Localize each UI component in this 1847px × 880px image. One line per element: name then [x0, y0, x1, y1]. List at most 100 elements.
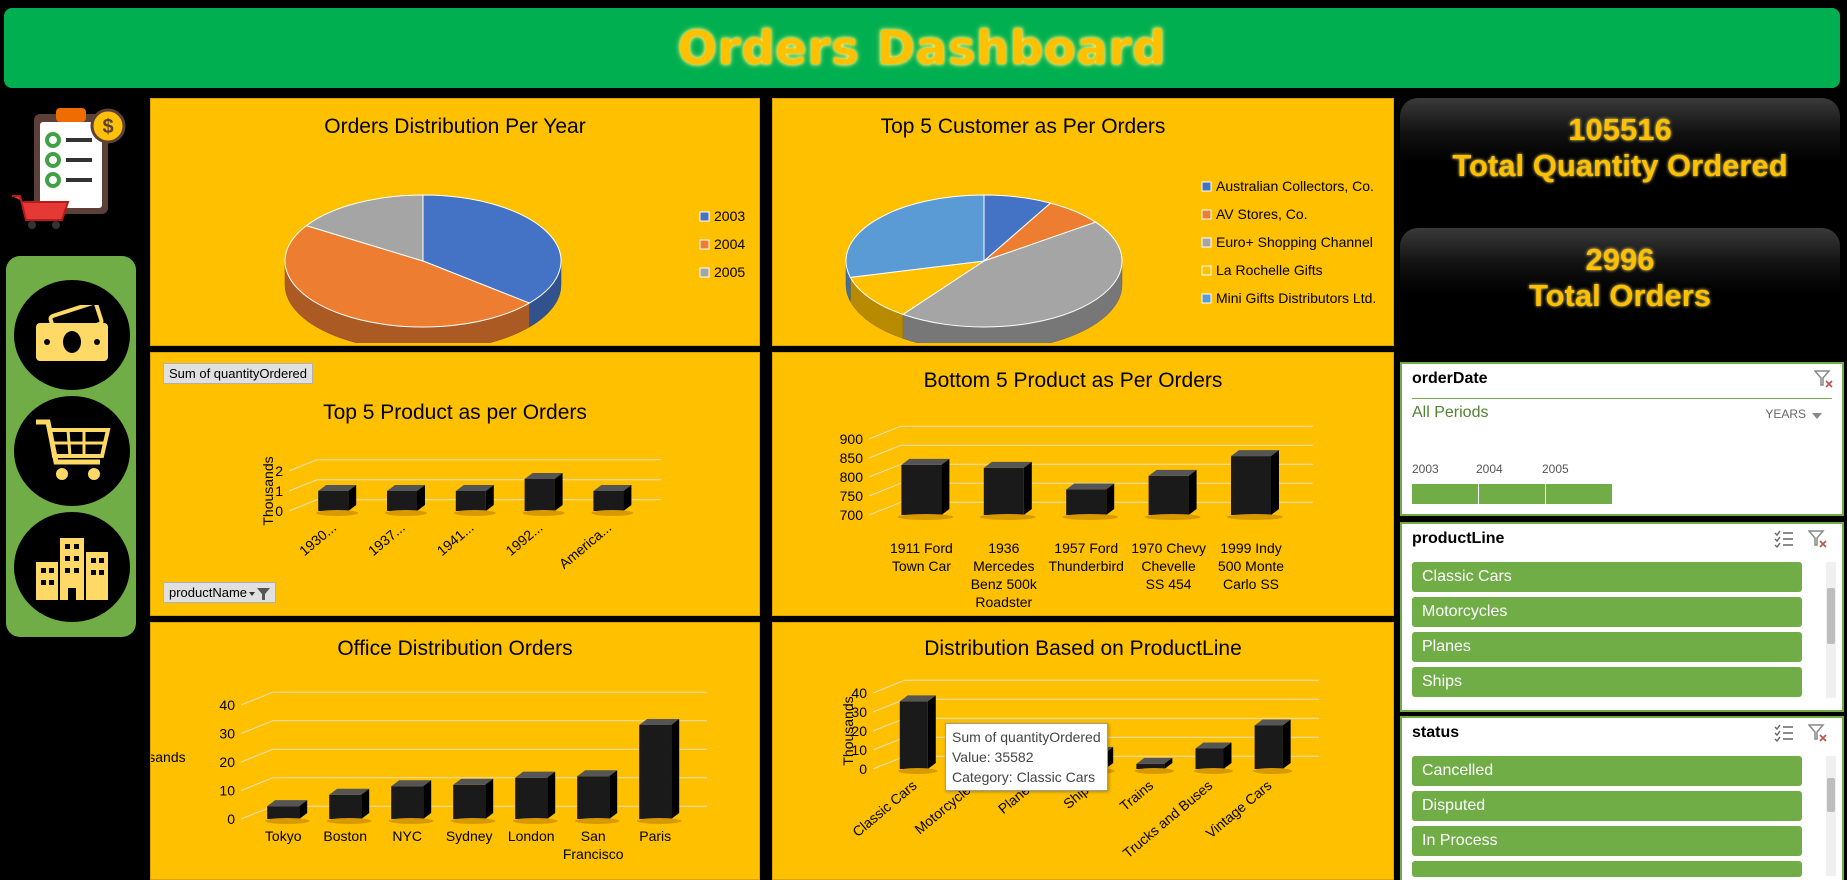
x-tick-label: Tokyo	[265, 828, 302, 844]
slicer-item-planes[interactable]: Planes	[1412, 632, 1802, 662]
bar	[1231, 456, 1271, 515]
legend-swatch	[699, 267, 710, 278]
x-tick-label: 1992...	[502, 519, 545, 559]
bar-side	[927, 695, 936, 769]
legend-swatch	[1201, 181, 1212, 192]
legend-label: 2004	[714, 236, 745, 252]
bar	[983, 467, 1024, 515]
gridline	[288, 459, 661, 472]
sales-nav-button[interactable]	[14, 280, 130, 390]
slicer-item-motorcycles[interactable]: Motorcycles	[1412, 597, 1802, 627]
top-customers-chart[interactable]: Australian Collectors, Co. AV Stores, Co.…	[773, 99, 1391, 343]
offices-nav-button[interactable]	[14, 512, 130, 622]
gridline	[240, 720, 707, 734]
row-field-button[interactable]: productName	[163, 582, 277, 603]
year-label-2005: 2005	[1542, 462, 1569, 476]
legend-label: Australian Collectors, Co.	[1216, 178, 1374, 194]
y-tick-label: 20	[219, 754, 235, 770]
bar	[387, 491, 417, 511]
bar-shadow	[316, 510, 359, 516]
bar	[453, 784, 486, 819]
slicer-item-cancelled[interactable]: Cancelled	[1412, 756, 1802, 786]
orders-year-panel: Orders Distribution Per Year 2003 2004 200…	[150, 98, 760, 346]
bar-shadow	[1062, 514, 1119, 520]
total-quantity-card: 105516 Total Quantity Ordered	[1400, 98, 1840, 216]
x-tick-label: 1957 Ford Thunderbird	[1048, 540, 1124, 574]
bar	[391, 786, 424, 819]
product-line-slicer: productLine Classic Cars Motorcycles Pla…	[1400, 522, 1844, 712]
order-date-slicer: orderDate All Periods YEARS 2003 2004 20…	[1400, 362, 1844, 516]
status-scrollbar[interactable]	[1826, 756, 1836, 876]
svg-text:$: $	[102, 116, 113, 138]
y-tick-label: 40	[219, 697, 235, 713]
y-tick-label: 30	[219, 726, 235, 742]
status-slicer: status Cancelled Disputed In Process	[1400, 716, 1844, 880]
bottom-products-chart[interactable]: 700 750 800 850 900 1911 Ford Town Car 1936 Merc…	[773, 353, 1391, 613]
y-tick-label: 1	[275, 483, 283, 499]
bar-shadow	[1144, 514, 1201, 520]
bar-shadow	[979, 514, 1036, 520]
slicer-item-partial[interactable]	[1412, 861, 1802, 877]
bar-side	[609, 770, 618, 819]
total-orders-label: Total Orders	[1528, 278, 1712, 313]
slicer-item-ships[interactable]: Ships	[1412, 667, 1802, 697]
office-orders-chart[interactable]: 0 10 20 30 40 Thousands Tokyo Boston NYC Sydney Lo…	[151, 623, 757, 879]
bar-shadow	[1193, 768, 1234, 774]
chart-tooltip: Sum of quantityOrdered Value: 35582 Cate…	[945, 723, 1108, 791]
multi-select-icon[interactable]	[1774, 724, 1794, 742]
x-tick-label: Vintage Cars	[1202, 777, 1274, 841]
x-tick-label: Trains	[1117, 777, 1157, 814]
clear-filter-icon[interactable]	[1808, 530, 1828, 548]
bar-shadow	[636, 818, 682, 824]
time-level-dropdown[interactable]: YEARS	[1765, 407, 1806, 421]
year-tile-2005[interactable]	[1546, 484, 1612, 504]
bar	[593, 491, 624, 511]
clear-filter-icon[interactable]	[1808, 724, 1828, 742]
bar-shadow	[326, 818, 372, 824]
y-axis-label: Thousands	[260, 456, 276, 525]
tooltip-category: Category: Classic Cars	[952, 769, 1096, 785]
bar-shadow	[591, 510, 634, 516]
y-tick-label: 0	[859, 761, 867, 777]
gridline	[872, 679, 1319, 694]
bar-shadow	[264, 818, 310, 824]
filter-dropdown-icon	[249, 588, 271, 600]
top-customers-panel: Top 5 Customer as Per Orders Australian …	[772, 98, 1394, 346]
x-tick-label: 1937...	[365, 519, 408, 559]
bar	[899, 701, 928, 769]
product-line-scrollbar[interactable]	[1826, 562, 1836, 698]
bar-side	[554, 473, 563, 511]
gridline	[868, 425, 1313, 440]
bar	[267, 806, 300, 819]
bar-side	[1282, 719, 1291, 769]
bar	[1148, 475, 1189, 515]
bar-top	[983, 461, 1032, 468]
x-tick-label: 1930...	[296, 519, 339, 559]
bar-top	[1148, 469, 1197, 476]
order-date-slicer-title: orderDate	[1412, 370, 1488, 387]
year-label-2004: 2004	[1476, 462, 1503, 476]
orders-year-chart[interactable]: 2003 2004 2005	[151, 99, 757, 343]
slicer-item-in-process[interactable]: In Process	[1412, 826, 1802, 856]
scrollbar-thumb[interactable]	[1827, 778, 1835, 812]
multi-select-icon[interactable]	[1774, 530, 1794, 548]
y-tick-label: 0	[227, 811, 235, 827]
slicer-item-classic-cars[interactable]: Classic Cars	[1412, 562, 1802, 592]
year-tile-2003[interactable]	[1412, 484, 1479, 504]
x-tick-label: 1999 Indy 500 Monte Carlo SS	[1218, 540, 1284, 592]
scrollbar-thumb[interactable]	[1827, 588, 1835, 644]
clear-filter-icon[interactable]	[1814, 370, 1834, 388]
y-tick-label: 850	[840, 450, 864, 466]
bottom-products-panel: Bottom 5 Product as Per Orders 700 750 800…	[772, 352, 1394, 616]
top-products-chart[interactable]: 0 1 2Thousands 1930... 1937... 1941... 1992...…	[151, 353, 757, 613]
year-label-2003: 2003	[1412, 462, 1439, 476]
cart-icon	[36, 419, 111, 480]
bar	[639, 724, 672, 819]
year-tile-2004[interactable]	[1479, 484, 1546, 504]
bar-side	[1023, 461, 1032, 515]
bar	[455, 491, 486, 511]
legend-label: Euro+ Shopping Channel	[1216, 234, 1373, 250]
slicer-item-disputed[interactable]: Disputed	[1412, 791, 1802, 821]
orders-nav-button[interactable]	[14, 396, 130, 506]
bar	[1254, 725, 1283, 769]
